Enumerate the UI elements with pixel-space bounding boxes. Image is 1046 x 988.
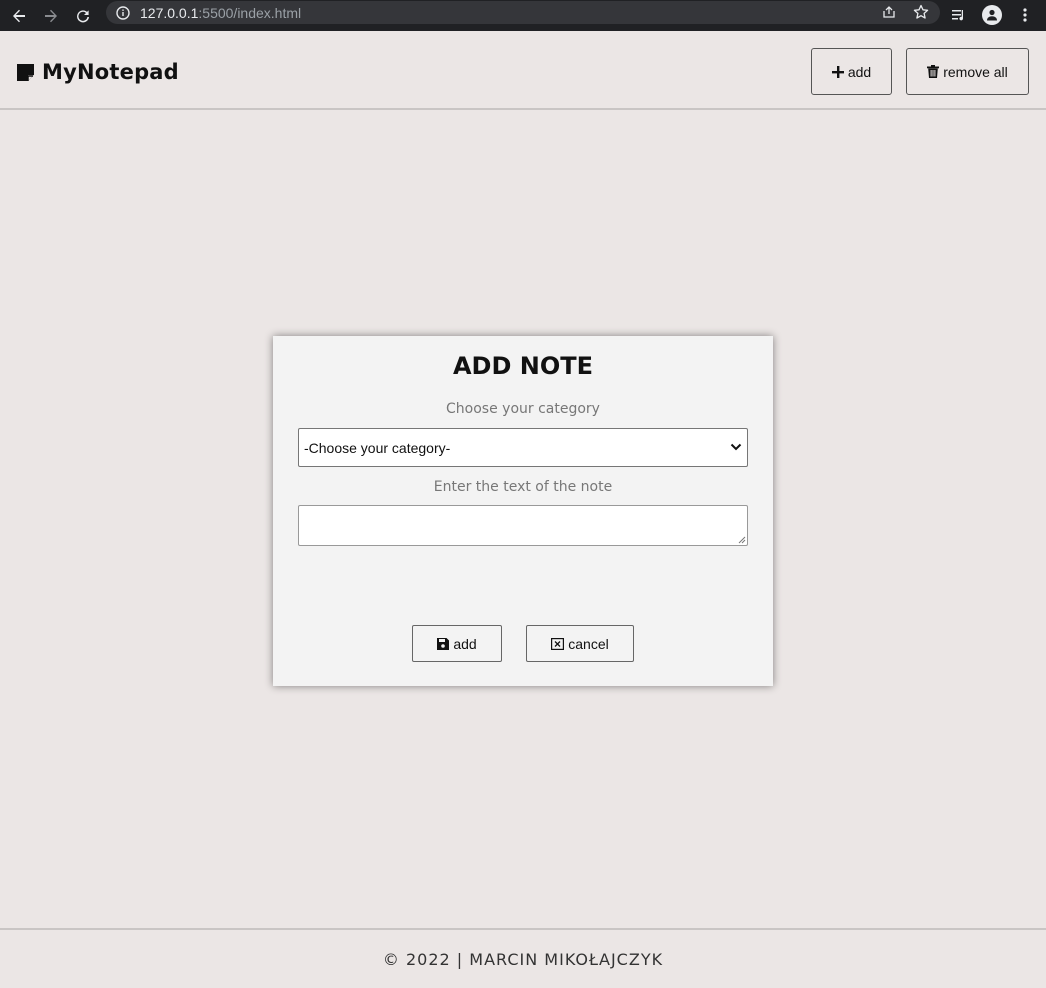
copyright-text: © 2022 | MARCIN MIKOŁAJCZYK	[382, 949, 664, 969]
floppy-disk-icon	[437, 637, 450, 650]
address-bar[interactable]: 127.0.0.1:5500/index.html	[106, 1, 940, 24]
remove-all-button[interactable]: remove all	[906, 48, 1029, 95]
bookmark-star-icon[interactable]	[912, 3, 930, 21]
forward-arrow-icon[interactable]	[41, 6, 61, 26]
resize-grip-icon[interactable]	[738, 536, 746, 544]
note-text-input[interactable]	[298, 505, 748, 546]
cancel-label: cancel	[568, 635, 609, 652]
add-note-label: add	[847, 63, 872, 80]
save-note-label: add	[453, 635, 477, 652]
url-host: 127.0.0.1	[140, 4, 199, 21]
site-info-icon[interactable]	[116, 5, 130, 20]
url-path: :5500/index.html	[198, 4, 302, 21]
sticky-note-icon	[17, 63, 34, 81]
category-label: Choose your category	[446, 401, 600, 417]
app-title: MyNotepad	[42, 60, 179, 84]
plus-icon	[831, 65, 844, 78]
modal-title: ADD NOTE	[452, 352, 594, 380]
share-icon[interactable]	[880, 3, 898, 21]
profile-avatar-icon[interactable]	[982, 5, 1002, 25]
add-note-button[interactable]: add	[811, 48, 892, 95]
chevron-down-icon	[730, 443, 742, 451]
app-logo: MyNotepad	[16, 60, 179, 84]
menu-dots-icon[interactable]	[1014, 4, 1036, 26]
category-select[interactable]: -Choose your category-	[298, 428, 748, 467]
page-footer: © 2022 | MARCIN MIKOŁAJCZYK	[0, 928, 1046, 988]
media-queue-icon[interactable]	[948, 4, 970, 26]
add-note-modal: ADD NOTE Choose your category -Choose yo…	[273, 336, 773, 686]
note-text-label: Enter the text of the note	[433, 479, 613, 495]
app-header: MyNotepad add remove all	[0, 31, 1046, 110]
close-box-icon	[551, 637, 565, 650]
reload-icon[interactable]	[73, 6, 93, 26]
back-arrow-icon[interactable]	[9, 6, 29, 26]
browser-toolbar: 127.0.0.1:5500/index.html	[0, 0, 1046, 31]
save-note-button[interactable]: add	[412, 625, 502, 662]
category-selected-value: -Choose your category-	[304, 439, 451, 456]
cancel-button[interactable]: cancel	[526, 625, 634, 662]
trash-icon	[927, 65, 940, 78]
url-text: 127.0.0.1:5500/index.html	[140, 5, 301, 21]
remove-all-label: remove all	[943, 63, 1008, 80]
